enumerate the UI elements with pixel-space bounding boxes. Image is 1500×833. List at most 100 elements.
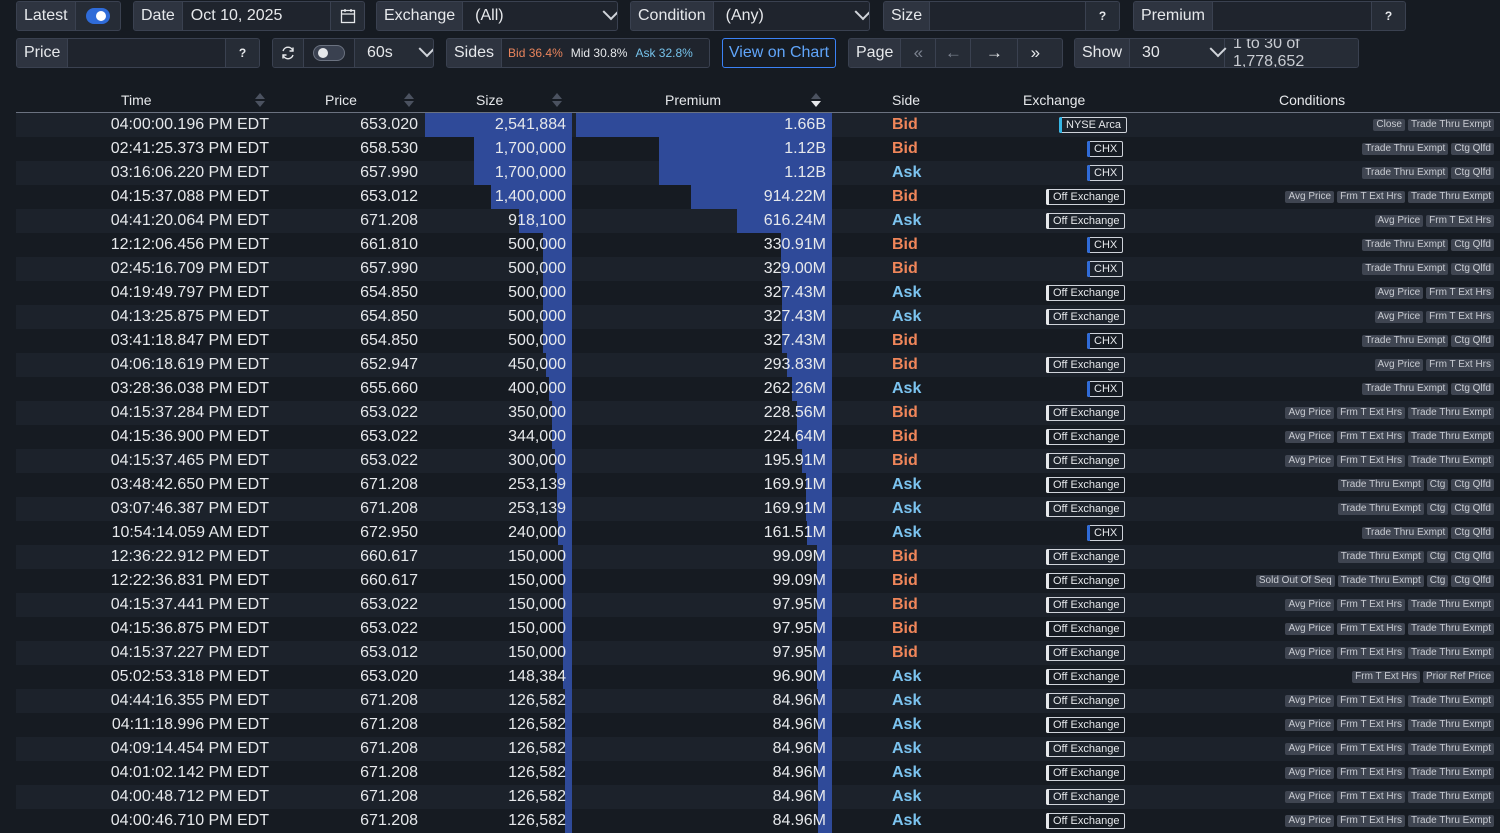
table-row[interactable]: 12:22:36.831 PM EDT 660.617 150,000 99.09M B… <box>16 569 1500 593</box>
table-row[interactable]: 03:28:36.038 PM EDT 655.660 400,000 262.26M… <box>16 377 1500 401</box>
date-input[interactable]: Oct 10, 2025 <box>182 2 330 30</box>
chevron-down-icon <box>839 2 869 30</box>
table-row[interactable]: 04:09:14.454 PM EDT 671.208 126,582 84.96M A… <box>16 737 1500 761</box>
table-row[interactable]: 04:15:36.900 PM EDT 653.022 344,000 224.64M… <box>16 425 1500 449</box>
table-row[interactable]: 04:15:37.465 PM EDT 653.022 300,000 195.91M… <box>16 449 1500 473</box>
table-row[interactable]: 04:41:20.064 PM EDT 671.208 918,100 616.24M… <box>16 209 1500 233</box>
date-control[interactable]: Date Oct 10, 2025 <box>133 1 365 31</box>
col-side[interactable]: Side <box>892 92 920 108</box>
show-value[interactable]: 30 <box>1130 39 1195 67</box>
premium-input[interactable] <box>1213 2 1371 30</box>
interval-value[interactable]: 60s <box>355 39 407 67</box>
table-row[interactable]: 02:45:16.709 PM EDT 657.990 500,000 329.00M… <box>16 257 1500 281</box>
price-filter[interactable]: Price ? <box>16 38 260 68</box>
condition-tag: Avg Price <box>1285 791 1335 803</box>
exchange-badge: CHX <box>1087 237 1124 253</box>
table-row[interactable]: 04:00:46.710 PM EDT 671.208 126,582 84.96M A… <box>16 809 1500 833</box>
show-label: Show <box>1075 39 1131 67</box>
table-row[interactable]: 04:00:48.712 PM EDT 671.208 126,582 84.96M A… <box>16 785 1500 809</box>
cell-premium: 330.91M <box>763 236 826 253</box>
page-label: Page <box>849 39 902 67</box>
table-row[interactable]: 03:41:18.847 PM EDT 654.850 500,000 327.43M… <box>16 329 1500 353</box>
table-row[interactable]: 03:48:42.650 PM EDT 671.208 253,139 169.91M… <box>16 473 1500 497</box>
table-row[interactable]: 04:19:49.797 PM EDT 654.850 500,000 327.43M… <box>16 281 1500 305</box>
cell-time: 04:15:37.088 PM EDT <box>110 188 269 205</box>
refresh-icon[interactable] <box>273 39 304 67</box>
table-row[interactable]: 04:15:37.227 PM EDT 653.012 150,000 97.95M B… <box>16 641 1500 665</box>
next-page-icon[interactable]: → <box>970 39 1017 67</box>
col-exchange[interactable]: Exchange <box>1023 92 1085 108</box>
show-control[interactable]: Show 30 1 to 30 of 1,778,652 <box>1074 38 1359 68</box>
cell-size: 1,400,000 <box>494 188 566 205</box>
table-row[interactable]: 02:41:25.373 PM EDT 658.530 1,700,000 1.12B… <box>16 137 1500 161</box>
col-conditions[interactable]: Conditions <box>1279 92 1345 108</box>
price-help-button[interactable]: ? <box>225 39 259 67</box>
pagination: Page « ← → » <box>848 38 1063 68</box>
exchange-badge: Off Exchange <box>1046 669 1126 685</box>
condition-tag: Frm T Ext Hrs <box>1337 191 1405 203</box>
view-on-chart-button[interactable]: View on Chart <box>722 38 836 68</box>
table-row[interactable]: 04:15:36.875 PM EDT 653.022 150,000 97.95M B… <box>16 617 1500 641</box>
size-help-button[interactable]: ? <box>1085 2 1119 30</box>
col-premium[interactable]: Premium <box>665 92 721 108</box>
cell-price: 653.022 <box>360 620 418 637</box>
table-row[interactable]: 04:06:18.619 PM EDT 652.947 450,000 293.83M… <box>16 353 1500 377</box>
exchange-label: Exchange <box>377 2 464 30</box>
table-row[interactable]: 04:15:37.441 PM EDT 653.022 150,000 97.95M B… <box>16 593 1500 617</box>
table-row[interactable]: 04:01:02.142 PM EDT 671.208 126,582 84.96M A… <box>16 761 1500 785</box>
cell-premium: 327.43M <box>763 308 826 325</box>
table-row[interactable]: 10:54:14.059 AM EDT 672.950 240,000 161.51M… <box>16 521 1500 545</box>
condition-select[interactable]: Condition (Any) <box>630 1 870 31</box>
price-label: Price <box>17 39 69 67</box>
exchange-badge: Off Exchange <box>1046 405 1126 421</box>
cell-time: 04:15:37.465 PM EDT <box>110 452 269 469</box>
calendar-icon[interactable] <box>330 2 364 30</box>
table-row[interactable]: 04:11:18.996 PM EDT 671.208 126,582 84.96M A… <box>16 713 1500 737</box>
condition-tag: Trade Thru Exmpt <box>1362 527 1449 539</box>
table-row[interactable]: 03:07:46.387 PM EDT 671.208 253,139 169.91M… <box>16 497 1500 521</box>
col-price[interactable]: Price <box>325 92 357 108</box>
table-row[interactable]: 05:02:53.318 PM EDT 653.020 148,384 96.90M A… <box>16 665 1500 689</box>
condition-tag: Frm T Ext Hrs <box>1337 695 1405 707</box>
exchange-select[interactable]: Exchange (All) <box>376 1 618 31</box>
cell-premium: 97.95M <box>772 644 826 661</box>
cell-size: 350,000 <box>508 404 566 421</box>
conditions-list: Avg Price Frm T Ext Hrs Trade Thru Exmpt <box>1285 455 1494 467</box>
cell-premium: 169.91M <box>763 500 826 517</box>
condition-tag: Trade Thru Exmpt <box>1407 767 1494 779</box>
cell-price: 660.617 <box>360 572 418 589</box>
table-row[interactable]: 04:15:37.284 PM EDT 653.022 350,000 228.56M… <box>16 401 1500 425</box>
table-row[interactable]: 04:44:16.355 PM EDT 671.208 126,582 84.96M A… <box>16 689 1500 713</box>
cell-premium: 228.56M <box>763 404 826 421</box>
cell-time: 04:15:37.441 PM EDT <box>110 596 269 613</box>
price-input[interactable] <box>68 39 225 67</box>
condition-tag: Ctg <box>1426 503 1449 515</box>
premium-filter[interactable]: Premium ? <box>1133 1 1406 31</box>
cell-price: 652.947 <box>360 356 418 373</box>
table-row[interactable]: 12:36:22.912 PM EDT 660.617 150,000 99.09M B… <box>16 545 1500 569</box>
latest-toggle[interactable] <box>85 8 110 24</box>
premium-help-button[interactable]: ? <box>1371 2 1405 30</box>
auto-refresh-toggle-wrap[interactable] <box>304 39 355 67</box>
conditions-list: Avg Price Frm T Ext Hrs Trade Thru Exmpt <box>1285 431 1494 443</box>
latest-control[interactable]: Latest <box>16 1 121 31</box>
col-size[interactable]: Size <box>476 92 503 108</box>
first-page-icon[interactable]: « <box>901 39 935 67</box>
size-filter[interactable]: Size ? <box>883 1 1120 31</box>
table-row[interactable]: 12:12:06.456 PM EDT 661.810 500,000 330.91M… <box>16 233 1500 257</box>
table-row[interactable]: 04:13:25.875 PM EDT 654.850 500,000 327.43M… <box>16 305 1500 329</box>
cell-side: Ask <box>892 284 922 301</box>
last-page-icon[interactable]: » <box>1017 39 1052 67</box>
condition-tag: Trade Thru Exmpt <box>1337 575 1424 587</box>
col-time[interactable]: Time <box>121 92 152 108</box>
refresh-control[interactable]: 60s <box>272 38 434 68</box>
table-row[interactable]: 03:16:06.220 PM EDT 657.990 1,700,000 1.12B… <box>16 161 1500 185</box>
condition-tag: Avg Price <box>1285 743 1335 755</box>
size-input[interactable] <box>930 2 1085 30</box>
table-row[interactable]: 04:15:37.088 PM EDT 653.012 1,400,000 914.2… <box>16 185 1500 209</box>
table-row[interactable]: 04:00:00.196 PM EDT 653.020 2,541,884 1.66B… <box>16 113 1500 137</box>
cell-price: 671.208 <box>360 812 418 829</box>
prev-page-icon[interactable]: ← <box>935 39 970 67</box>
cell-size: 253,139 <box>508 476 566 493</box>
auto-refresh-toggle[interactable] <box>313 45 345 61</box>
